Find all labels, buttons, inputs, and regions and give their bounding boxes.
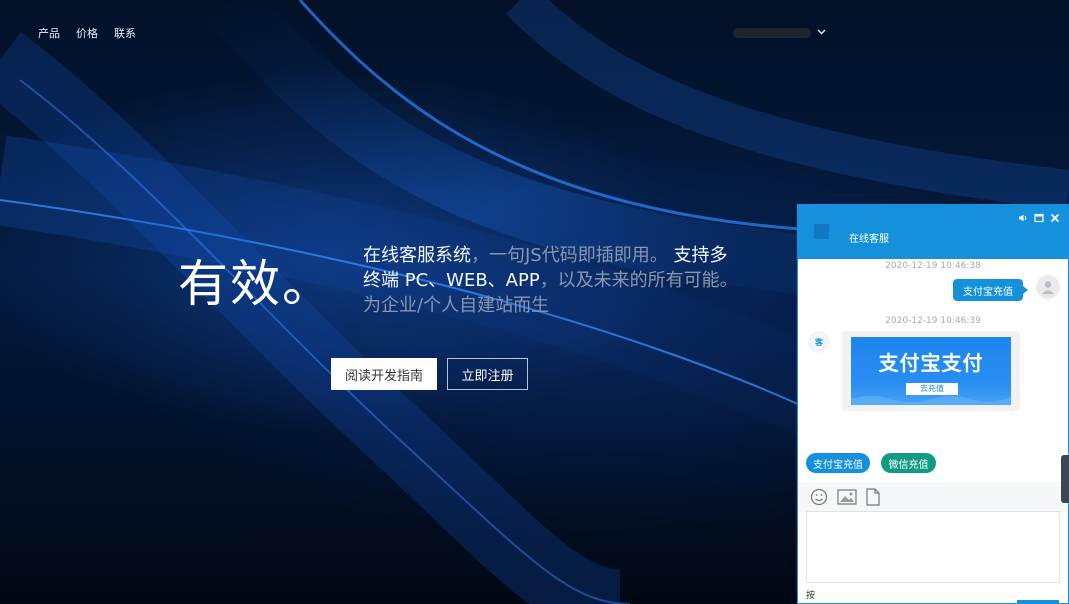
message-timestamp: 2020-12-19 10:46:39	[885, 316, 981, 326]
send-button[interactable]	[1017, 600, 1059, 603]
user-avatar	[1036, 275, 1060, 299]
nav-item-pricing[interactable]: 价格	[76, 25, 98, 41]
chat-widget: 在线客服 2020-12-19 10:46:38 支付宝充值 2020-12-1…	[797, 204, 1069, 604]
volume-icon[interactable]	[1018, 213, 1028, 226]
chat-header: 在线客服	[798, 205, 1068, 259]
hero-description: 在线客服系统，一句JS代码即插即用。 支持多终端 PC、WEB、APP，以及未来…	[363, 243, 743, 318]
register-button[interactable]: 立即注册	[447, 358, 528, 390]
quick-reply-alipay[interactable]: 支付宝充值	[806, 453, 870, 473]
banner-title: 支付宝支付	[878, 351, 984, 375]
chevron-down-icon[interactable]	[817, 27, 826, 38]
user-message-bubble: 支付宝充值	[953, 279, 1028, 301]
alipay-banner[interactable]: 支付宝支付 去充值	[851, 337, 1011, 405]
chat-message-input[interactable]	[806, 511, 1060, 583]
minimize-icon[interactable]	[1034, 213, 1044, 226]
emoji-icon[interactable]	[810, 488, 828, 506]
desc-text-1: ，一句JS代码即插即用。	[471, 245, 668, 266]
message-timestamp: 2020-12-19 10:46:38	[885, 261, 981, 271]
account-menu[interactable]	[733, 27, 826, 38]
agent-avatar: 客	[808, 331, 830, 353]
hero-title: 有效。	[178, 255, 334, 313]
file-icon[interactable]	[866, 488, 880, 506]
nav-item-contact[interactable]: 联系	[114, 25, 136, 41]
send-hint: 按	[806, 591, 816, 601]
image-icon[interactable]	[837, 489, 857, 505]
read-dev-guide-button[interactable]: 阅读开发指南	[331, 358, 437, 390]
chat-title: 在线客服	[849, 234, 889, 245]
close-icon[interactable]	[1050, 213, 1060, 226]
desc-highlight-1: 在线客服系统	[363, 245, 471, 266]
chat-logo	[814, 224, 829, 239]
top-nav: 产品 价格 联系	[38, 25, 136, 41]
quick-reply-wechat[interactable]: 微信充值	[881, 453, 936, 473]
side-handle[interactable]	[1061, 455, 1069, 503]
nav-item-product[interactable]: 产品	[38, 25, 60, 41]
banner-wave-decoration	[851, 396, 1011, 405]
chat-toolbar	[798, 482, 1068, 512]
account-name-blurred	[733, 27, 811, 38]
agent-message-card: 支付宝支付 去充值	[842, 331, 1020, 411]
chat-controls	[1018, 213, 1060, 226]
